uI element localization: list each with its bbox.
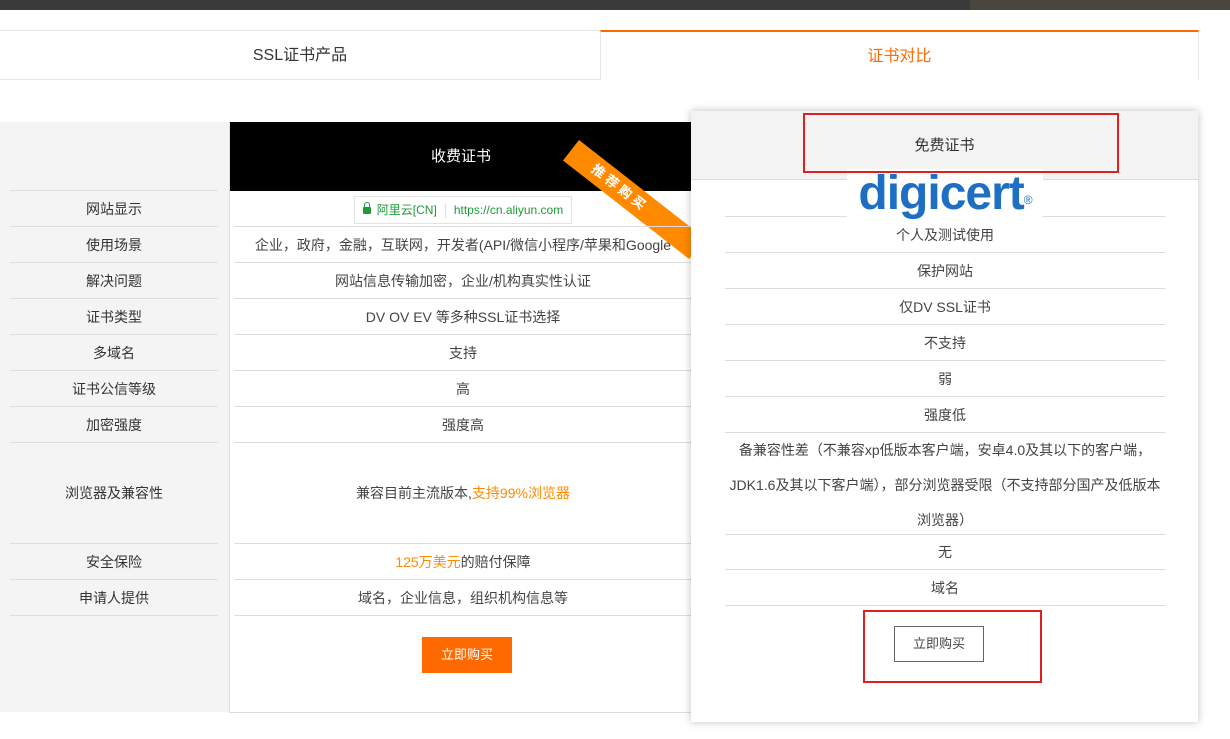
site-url: https://cn.aliyun.com (453, 203, 564, 218)
free-use-scenario: 个人及测试使用 (725, 217, 1165, 253)
paid-insurance-amount: 125万美元 (395, 554, 461, 570)
free-multi-domain: 不支持 (725, 325, 1165, 361)
recommended-ribbon: 推荐购买 (562, 122, 691, 259)
paid-applicant-provides: 域名，企业信息，组织机构信息等 (234, 580, 691, 616)
label-insurance: 安全保险 (10, 543, 218, 579)
paid-certificate-column: 收费证书 推荐购买 阿里云[CN] https://cn.aliyun.com 企… (229, 122, 691, 713)
free-problem-solved: 保护网站 (725, 253, 1165, 289)
registered-mark-icon: ® (1023, 193, 1033, 207)
browser-address-badge: 阿里云[CN] https://cn.aliyun.com (353, 196, 573, 225)
site-org-name: 阿里云[CN] (376, 203, 437, 218)
free-insurance: 无 (725, 535, 1165, 570)
free-trust-level: 弱 (725, 361, 1165, 397)
lock-icon (362, 201, 371, 214)
free-applicant-provides: 域名 (725, 570, 1165, 606)
tab-certificate-compare[interactable]: 证书对比 (600, 30, 1199, 80)
free-buy-annotation-box (863, 610, 1042, 683)
paid-insurance: 125万美元的赔付保障 (234, 544, 691, 580)
label-problem-solved: 解决问题 (10, 262, 218, 298)
label-encryption-strength: 加密强度 (10, 406, 218, 442)
label-trust-level: 证书公信等级 (10, 370, 218, 406)
comparison-labels-column: 网站显示 使用场景 解决问题 证书类型 多域名 证书公信等级 加密强度 浏览器及… (0, 122, 229, 712)
free-cert-type: 仅DV SSL证书 (725, 289, 1165, 325)
paid-problem-solved: 网站信息传输加密，企业/机构真实性认证 (234, 263, 691, 299)
paid-use-scenario: 企业，政府，金融，互联网，开发者(API/微信小程序/苹果和Google (234, 227, 691, 263)
free-title-annotation-box (803, 113, 1119, 173)
digicert-logo-text: digicert (858, 167, 1024, 220)
labels-bottom-divider (10, 615, 218, 616)
label-applicant-provides: 申请人提供 (10, 579, 218, 615)
label-use-scenario: 使用场景 (10, 226, 218, 262)
label-browser-compat: 浏览器及兼容性 (10, 442, 218, 543)
paid-compat-highlight: 支持99%浏览器 (471, 485, 570, 501)
badge-divider (444, 204, 446, 219)
tab-ssl-products[interactable]: SSL证书产品 (0, 30, 600, 80)
label-site-display: 网站显示 (10, 190, 218, 226)
paid-site-display: 阿里云[CN] https://cn.aliyun.com (234, 191, 691, 227)
paid-encryption-strength: 强度高 (234, 407, 691, 443)
paid-browser-compat: 兼容目前主流版本,支持99%浏览器 (234, 443, 691, 544)
paid-multi-domain: 支持 (234, 335, 691, 371)
free-browser-compat: 备兼容性差（不兼容xp低版本客户端，安卓4.0及其以下的客户端，JDK1.6及其… (725, 433, 1165, 535)
paid-insurance-text: 的赔付保障 (460, 554, 531, 570)
top-banner-strip (0, 0, 1230, 10)
digicert-logo: digicert® (847, 169, 1043, 223)
paid-buy-button[interactable]: 立即购买 (422, 637, 512, 673)
paid-compat-text: 兼容目前主流版本, (356, 485, 472, 501)
paid-trust-level: 高 (234, 371, 691, 407)
free-certificate-column: 免费证书 digicert® 个人及测试使用 保护网站 仅DV SSL证书 不支… (691, 111, 1198, 722)
tab-bar: SSL证书产品 证书对比 (0, 30, 1199, 80)
paid-cert-type: DV OV EV 等多种SSL证书选择 (234, 299, 691, 335)
free-encryption-strength: 强度低 (725, 397, 1165, 433)
label-cert-type: 证书类型 (10, 298, 218, 334)
label-multi-domain: 多域名 (10, 334, 218, 370)
